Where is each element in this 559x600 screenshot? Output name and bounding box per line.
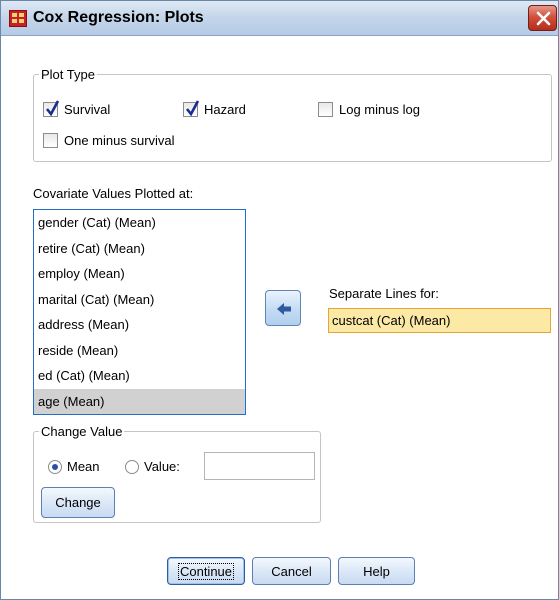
one-minus-survival-label: One minus survival (64, 133, 175, 148)
close-button[interactable] (528, 5, 557, 31)
mean-label: Mean (67, 459, 100, 474)
change-value-legend: Change Value (39, 424, 125, 439)
mean-radio[interactable]: Mean (48, 459, 100, 474)
continue-button[interactable]: Continue (167, 557, 245, 585)
cancel-button[interactable]: Cancel (252, 557, 331, 585)
covariate-item[interactable]: gender (Cat) (Mean) (34, 210, 245, 236)
covariate-item[interactable]: age (Mean) (34, 388, 245, 414)
close-icon (536, 11, 551, 26)
hazard-label: Hazard (204, 102, 246, 117)
value-radio[interactable]: Value: (125, 459, 180, 474)
covariates-list[interactable]: gender (Cat) (Mean) retire (Cat) (Mean) em… (33, 209, 246, 415)
value-label: Value: (144, 459, 180, 474)
change-button[interactable]: Change (41, 487, 115, 518)
covariate-item[interactable]: address (Mean) (34, 312, 245, 338)
covariate-item[interactable]: ed (Cat) (Mean) (34, 363, 245, 389)
plot-type-legend: Plot Type (39, 67, 97, 82)
move-arrow-button[interactable] (265, 290, 301, 326)
dialog-title: Cox Regression: Plots (33, 9, 204, 26)
separate-lines-field[interactable]: custcat (Cat) (Mean) (328, 308, 551, 333)
log-minus-log-label: Log minus log (339, 102, 420, 117)
covariates-label: Covariate Values Plotted at: (33, 186, 194, 201)
help-button[interactable]: Help (338, 557, 415, 585)
plot-type-group: Plot Type (33, 67, 552, 162)
covariate-item[interactable]: employ (Mean) (34, 261, 245, 287)
covariate-item[interactable]: marital (Cat) (Mean) (34, 287, 245, 313)
dialog-app-icon (9, 10, 27, 27)
separate-lines-label: Separate Lines for: (329, 286, 439, 301)
hazard-checkbox[interactable]: Hazard (183, 100, 246, 117)
move-arrow-icon (277, 303, 291, 315)
cox-plots-dialog: Cox Regression: Plots Plot Type Survival… (0, 0, 559, 600)
covariate-item[interactable]: retire (Cat) (Mean) (34, 236, 245, 262)
value-input[interactable] (204, 452, 315, 480)
one-minus-survival-checkbox[interactable]: One minus survival (43, 133, 175, 148)
survival-label: Survival (64, 102, 111, 117)
survival-checkbox[interactable]: Survival (43, 100, 111, 117)
covariate-item[interactable]: reside (Mean) (34, 338, 245, 364)
log-minus-log-checkbox[interactable]: Log minus log (318, 102, 420, 117)
title-bar[interactable]: Cox Regression: Plots (1, 1, 558, 36)
